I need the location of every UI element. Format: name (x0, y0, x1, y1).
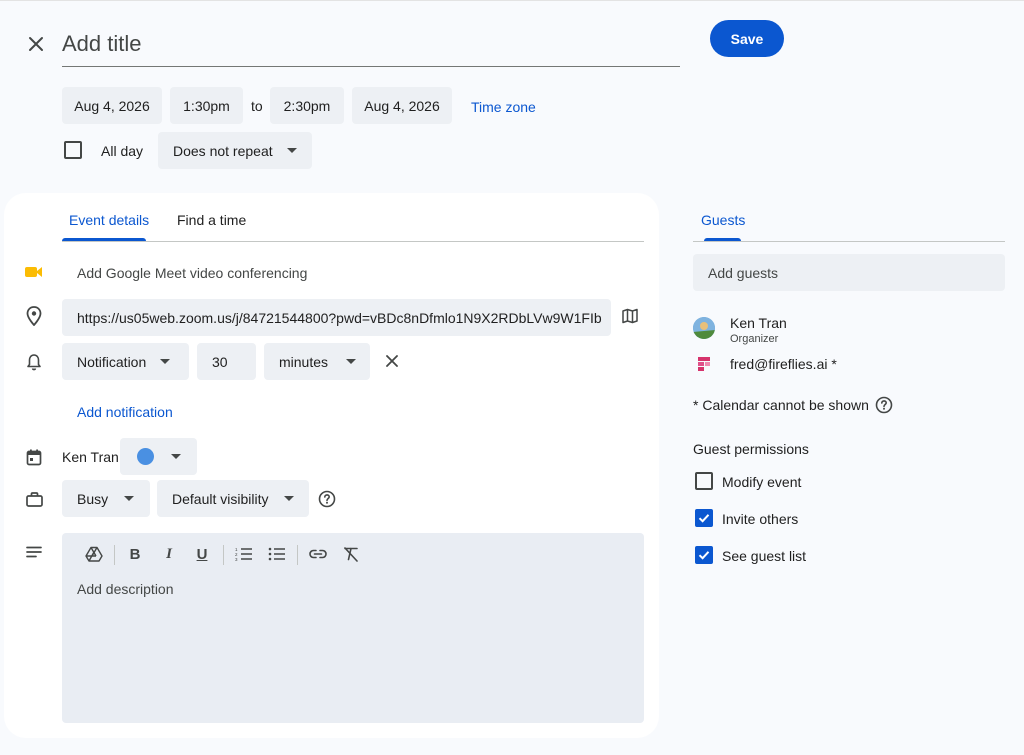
all-day-checkbox[interactable] (64, 141, 82, 159)
see-guest-list-label: See guest list (722, 548, 807, 564)
availability-value: Busy (77, 490, 109, 507)
notification-amount-input[interactable]: 30 (197, 343, 256, 380)
end-time-button[interactable]: 2:30pm (270, 87, 344, 124)
location-field[interactable]: https://us05web.zoom.us/j/84721544800?pw… (62, 299, 611, 336)
tab-guests[interactable]: Guests (701, 212, 745, 228)
start-time-button[interactable]: 1:30pm (170, 87, 243, 124)
toolbar-separator (297, 545, 298, 565)
add-meet-button[interactable]: Add Google Meet video conferencing (77, 265, 307, 281)
visibility-dropdown[interactable]: Default visibility (157, 480, 309, 517)
calendar-icon (24, 447, 44, 467)
top-border (0, 0, 1024, 1)
drive-icon[interactable] (83, 543, 105, 565)
toolbar-separator (223, 545, 224, 565)
add-notification-button[interactable]: Add notification (77, 404, 173, 420)
repeat-value: Does not repeat (173, 142, 273, 159)
repeat-dropdown[interactable]: Does not repeat (158, 132, 312, 169)
chevron-down-icon (286, 148, 297, 153)
calendar-note: * Calendar cannot be shown (693, 396, 893, 414)
add-guests-input[interactable] (693, 254, 1005, 291)
chevron-down-icon (346, 359, 357, 364)
bold-icon[interactable]: B (124, 543, 146, 565)
visibility-value: Default visibility (172, 490, 269, 507)
chevron-down-icon (124, 496, 135, 501)
video-camera-icon (24, 262, 44, 282)
svg-text:3: 3 (235, 557, 238, 561)
help-icon[interactable] (875, 396, 893, 414)
description-editor[interactable]: B I U 123 Add description (62, 533, 644, 723)
notification-unit-dropdown[interactable]: minutes (264, 343, 370, 380)
briefcase-icon (24, 489, 44, 509)
chevron-down-icon (160, 359, 171, 364)
guest-role: Organizer (730, 333, 779, 345)
chevron-down-icon (171, 454, 181, 459)
bell-icon (24, 352, 44, 372)
to-label: to (251, 97, 263, 114)
start-date-button[interactable]: Aug 4, 2026 (62, 87, 162, 124)
see-guest-list-checkbox[interactable] (695, 546, 713, 564)
location-pin-icon (24, 306, 44, 326)
remove-notification-icon[interactable] (382, 351, 402, 371)
description-placeholder: Add description (77, 581, 174, 597)
tabs-divider (62, 241, 644, 242)
permissions-title: Guest permissions (693, 441, 809, 457)
notification-amount-value: 30 (212, 353, 228, 370)
tab-event-details[interactable]: Event details (69, 212, 149, 228)
toolbar-separator (114, 545, 115, 565)
notification-type-dropdown[interactable]: Notification (62, 343, 189, 380)
calendar-owner: Ken Tran (62, 448, 119, 465)
calendar-color-swatch (137, 448, 154, 465)
modify-event-checkbox[interactable] (695, 472, 713, 490)
map-icon[interactable] (620, 306, 640, 326)
close-icon[interactable] (22, 30, 50, 58)
notification-type-value: Notification (77, 353, 147, 370)
bulleted-list-icon[interactable] (266, 543, 288, 565)
calendar-color-dropdown[interactable] (120, 438, 197, 475)
save-button[interactable]: Save (710, 20, 784, 57)
notification-unit-value: minutes (279, 353, 329, 370)
guests-divider (693, 241, 1005, 242)
guest-name: fred@fireflies.ai * (730, 356, 837, 372)
avatar (693, 317, 715, 339)
modify-event-label: Modify event (722, 474, 802, 490)
invite-others-label: Invite others (722, 511, 799, 527)
link-icon[interactable] (307, 543, 329, 565)
tab-find-a-time[interactable]: Find a time (177, 212, 246, 228)
availability-dropdown[interactable]: Busy (62, 480, 150, 517)
clear-formatting-icon[interactable] (340, 543, 362, 565)
description-icon (24, 542, 44, 562)
title-input[interactable] (62, 22, 680, 67)
help-icon[interactable] (317, 489, 337, 509)
chevron-down-icon (284, 496, 295, 501)
location-value: https://us05web.zoom.us/j/84721544800?pw… (77, 309, 602, 326)
underline-icon[interactable]: U (191, 543, 213, 565)
all-day-label: All day (101, 142, 144, 159)
numbered-list-icon[interactable]: 123 (233, 543, 255, 565)
calendar-note-text: * Calendar cannot be shown (693, 397, 869, 413)
guest-name: Ken Tran (730, 315, 787, 331)
check-icon (698, 514, 710, 523)
fireflies-icon (694, 354, 714, 374)
italic-icon[interactable]: I (158, 543, 180, 565)
check-icon (698, 551, 710, 560)
timezone-link[interactable]: Time zone (471, 99, 536, 115)
end-date-button[interactable]: Aug 4, 2026 (352, 87, 452, 124)
invite-others-checkbox[interactable] (695, 509, 713, 527)
